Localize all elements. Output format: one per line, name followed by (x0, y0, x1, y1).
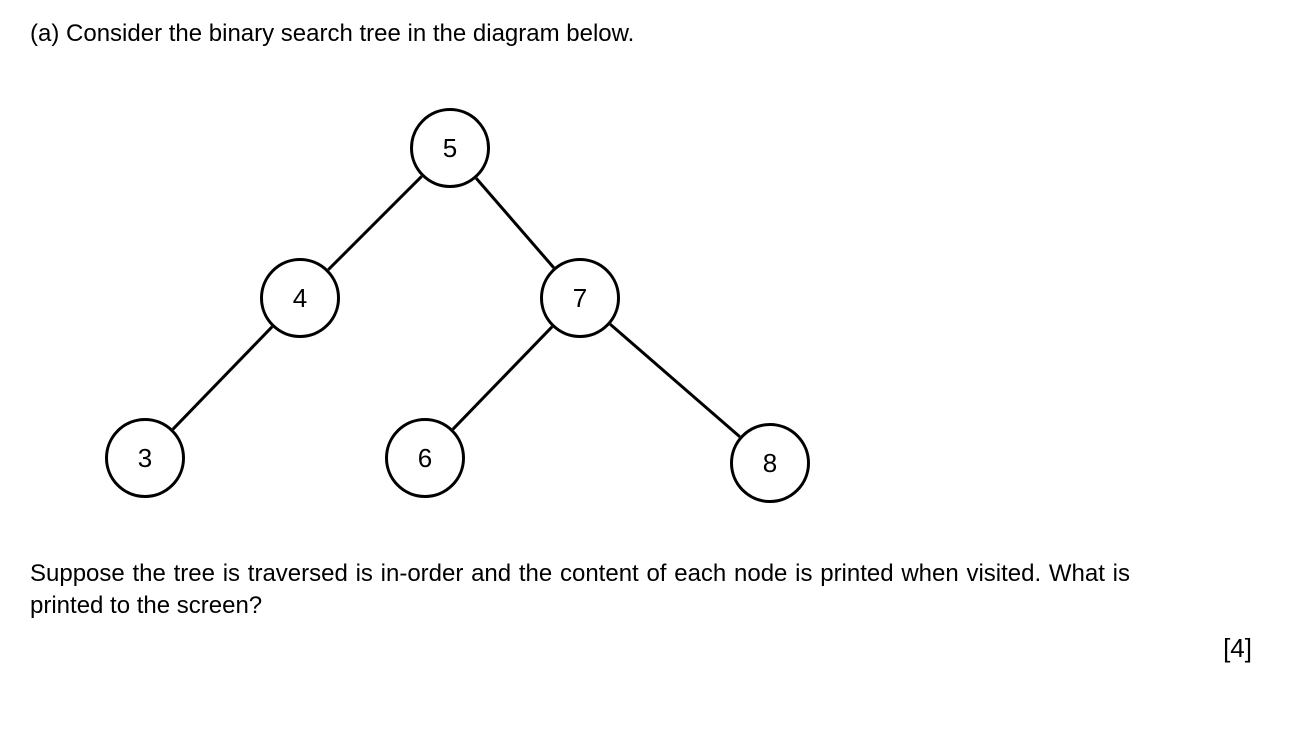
marks-label: [4] (30, 633, 1272, 664)
tree-diagram: 5 4 7 3 6 8 (70, 88, 870, 518)
tree-edge (610, 324, 740, 437)
tree-node-label: 7 (573, 283, 587, 314)
tree-edge (173, 327, 272, 430)
tree-edge (453, 327, 552, 430)
tree-edge (476, 178, 554, 268)
tree-node-label: 6 (418, 443, 432, 474)
tree-node-8: 8 (730, 423, 810, 503)
tree-node-label: 3 (138, 443, 152, 474)
tree-node-7: 7 (540, 258, 620, 338)
intro-text: Consider the binary search tree in the d… (66, 20, 634, 47)
tree-node-label: 4 (293, 283, 307, 314)
tree-node-label: 8 (763, 448, 777, 479)
tree-node-3: 3 (105, 418, 185, 498)
follow-up-text: Suppose the tree is traversed is in-orde… (30, 558, 1130, 623)
tree-edge (328, 176, 421, 269)
question-intro: (a) Consider the binary search tree in t… (30, 20, 1272, 48)
tree-node-5: 5 (410, 108, 490, 188)
tree-node-4: 4 (260, 258, 340, 338)
tree-node-6: 6 (385, 418, 465, 498)
tree-node-label: 5 (443, 133, 457, 164)
part-label: (a) (30, 20, 59, 47)
